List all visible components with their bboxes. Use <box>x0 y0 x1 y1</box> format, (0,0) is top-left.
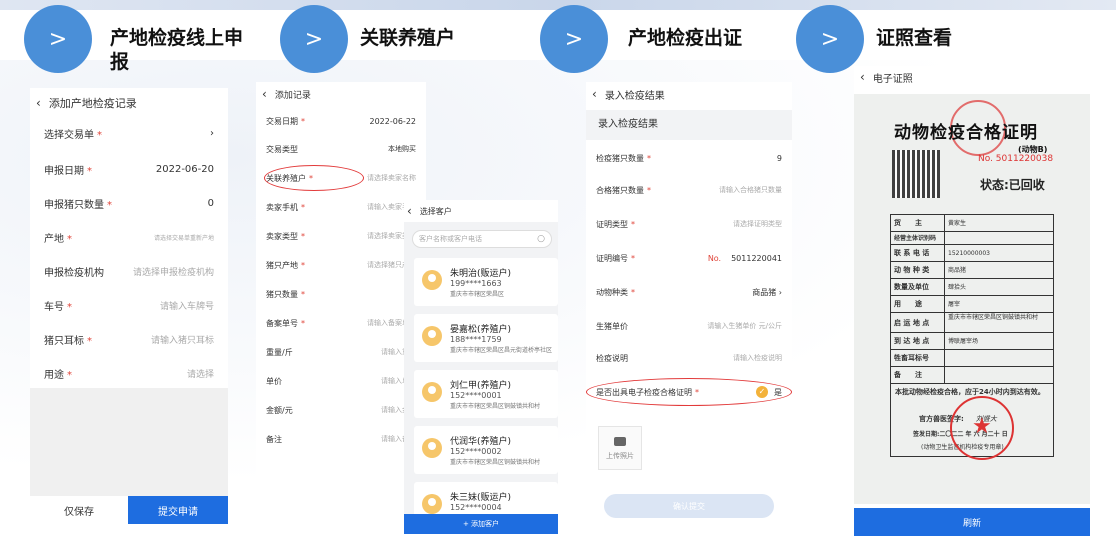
row-amount[interactable]: 金额/元 请输入金额 <box>256 399 426 421</box>
customer-header: ‹ 选择客户 <box>404 200 558 222</box>
screen-add-record: ‹ 添加记录 交易日期 * 2022-06-22 交易类型 本地购买 关联养殖户 * 请选… <box>256 82 426 482</box>
row-trade-order[interactable]: 选择交易单 * › <box>30 120 228 146</box>
row-usage[interactable]: 用途 * 请选择 <box>30 360 228 386</box>
cert-status: 状态:已回收 <box>980 178 1045 192</box>
row-pig-origin[interactable]: 猪只产地 * 请选择猪只产地 <box>256 254 426 276</box>
screen-e-certificate: ‹ 电子证照 动物检疫合格证明 (动物B) No. 5011220038 状态:… <box>854 66 1090 536</box>
row-seller-type[interactable]: 卖家类型 * 请选择卖家类型 <box>256 225 426 247</box>
customer-item[interactable]: 刘仁甲(养殖户) 152****0001 重庆市市辖区荣昌区铜鼓镇共和村 <box>414 370 558 418</box>
row-weight[interactable]: 重量/斤 请输入重量 <box>256 341 426 363</box>
cert-number: No. 5011220038 <box>978 154 1054 164</box>
search-icon: ○ <box>537 234 545 244</box>
screen-inspection-result: ‹ 录入检疫结果 录入检疫结果 检疫猪只数量 * 9 合格猪只数量 * 请输入合格猪只数… <box>586 82 792 530</box>
cert-title: 动物检疫合格证明 <box>894 123 1038 143</box>
submit-application-button[interactable]: 提交申请 <box>128 496 228 524</box>
step-2-chevron-icon: > <box>280 5 348 73</box>
avatar <box>422 326 442 346</box>
back-arrow-icon[interactable]: ‹ <box>592 87 597 101</box>
row-remark[interactable]: 备注 请输入备注 <box>256 428 426 450</box>
row-ear-tag[interactable]: 猪只耳标 * 请输入猪只耳标 <box>30 326 228 352</box>
avatar <box>422 438 442 458</box>
back-arrow-icon[interactable]: ‹ <box>36 96 41 110</box>
row-pig-quantity[interactable]: 猪只数量*0 <box>256 283 426 305</box>
screen3-title: 录入检疫结果 <box>604 90 665 102</box>
customer-title: 选择客户 <box>419 206 452 216</box>
star-icon: ★ <box>972 414 992 439</box>
step-4-chevron-icon: > <box>796 5 864 73</box>
customer-search-input[interactable]: 客户名称或客户电话 ○ <box>412 230 552 248</box>
upload-photo-button[interactable]: 上传照片 <box>598 426 642 470</box>
customer-item[interactable]: 朱三妹(贩运户) 152****0004 <box>414 482 558 516</box>
step-2-title: 关联养殖户 <box>360 27 456 49</box>
back-arrow-icon[interactable]: ‹ <box>262 87 267 101</box>
row-pig-count[interactable]: 申报猪只数量 * 0 <box>30 190 228 216</box>
step-3-title: 产地检疫出证 <box>628 27 743 49</box>
customer-item[interactable]: 代润华(养殖户) 152****0002 重庆市市辖区荣昌区铜鼓镇共和村 <box>414 426 558 474</box>
row-inspected-count[interactable]: 检疫猪只数量 * 9 <box>586 146 792 170</box>
row-qualified-count[interactable]: 合格猪只数量 * 请输入合格猪只数量 <box>586 178 792 202</box>
certificate-document: 动物检疫合格证明 (动物B) No. 5011220038 状态:已回收 货 主… <box>854 94 1090 504</box>
qr-code <box>892 150 940 198</box>
chevron-right-icon: › <box>210 127 214 139</box>
highlight-link-farmer <box>264 165 364 191</box>
official-seal: ★ <box>950 396 1014 460</box>
screen4-title: 电子证照 <box>872 73 913 85</box>
row-cert-type[interactable]: 证明类型 * 请选择证明类型 <box>586 212 792 236</box>
screen2-header: ‹ 添加记录 <box>256 82 426 106</box>
refresh-button[interactable]: 刷新 <box>854 508 1090 536</box>
customer-item[interactable]: 朱明治(贩运户) 199****1663 重庆市市辖区荣昌区 <box>414 258 558 306</box>
row-filing-no[interactable]: 备案单号 * 请输入备案单号 <box>256 312 426 334</box>
avatar <box>422 382 442 402</box>
add-customer-button[interactable]: + 添加客户 <box>404 514 558 534</box>
save-only-button[interactable]: 仅保存 <box>30 496 128 524</box>
screen-declaration: ‹ 添加产地检疫记录 选择交易单 * › 申报日期 * 2022-06-20 申报猪只数… <box>30 88 228 524</box>
row-trade-date[interactable]: 交易日期 * 2022-06-22 <box>256 110 426 132</box>
customer-item[interactable]: 晏嘉松(养殖户) 188****1759 重庆市市辖区荣昌区昌元街道桥亭社区 <box>414 314 558 362</box>
row-inspection-agency[interactable]: 申报检疫机构 请选择申报检疫机构 <box>30 258 228 284</box>
section-header: 录入检疫结果 <box>586 110 792 140</box>
screen3-header: ‹ 录入检疫结果 <box>586 82 792 106</box>
step-1-chevron-icon: > <box>24 5 92 73</box>
row-origin[interactable]: 产地 * 请选择交易单重新产地 <box>30 224 228 250</box>
avatar <box>422 270 442 290</box>
screen4-header: ‹ 电子证照 <box>854 66 1090 88</box>
step-3-chevron-icon: > <box>540 5 608 73</box>
screen1-header: ‹ 添加产地检疫记录 <box>30 88 228 118</box>
row-seller-phone[interactable]: 卖家手机 * 请输入卖家手机 <box>256 196 426 218</box>
back-arrow-icon[interactable]: ‹ <box>860 70 865 84</box>
row-animal-type[interactable]: 动物种类 * 商品猪 › <box>586 280 792 304</box>
row-inspection-note[interactable]: 检疫说明 请输入检疫说明 <box>586 346 792 370</box>
screen2-title: 添加记录 <box>274 90 311 101</box>
upload-label: 上传照片 <box>606 452 634 460</box>
row-unit-price[interactable]: 单价 请输入单价 <box>256 370 426 392</box>
avatar <box>422 494 442 514</box>
screen-select-customer: ‹ 选择客户 客户名称或客户电话 ○ 朱明治(贩运户) 199****1663 重庆… <box>404 200 558 534</box>
back-arrow-icon[interactable]: ‹ <box>407 204 412 218</box>
row-pig-price[interactable]: 生猪单价 请输入生猪单价 元/公斤 <box>586 314 792 338</box>
step-4-title: 证照查看 <box>876 27 953 49</box>
camera-icon <box>614 437 626 446</box>
highlight-issue-e-cert <box>586 378 792 406</box>
confirm-submit-button[interactable]: 确认提交 <box>604 494 774 518</box>
row-trade-type[interactable]: 交易类型 本地购买 <box>256 138 426 160</box>
row-cert-number[interactable]: 证明编号 * No. 5011220041 <box>586 246 792 270</box>
step-1-title: 产地检疫线上申报 <box>110 27 244 73</box>
row-declare-date[interactable]: 申报日期 * 2022-06-20 <box>30 156 228 182</box>
row-vehicle[interactable]: 车号 * 请输入车牌号 <box>30 292 228 318</box>
screen1-title: 添加产地检疫记录 <box>48 97 137 110</box>
screen1-blank-area <box>30 388 228 496</box>
